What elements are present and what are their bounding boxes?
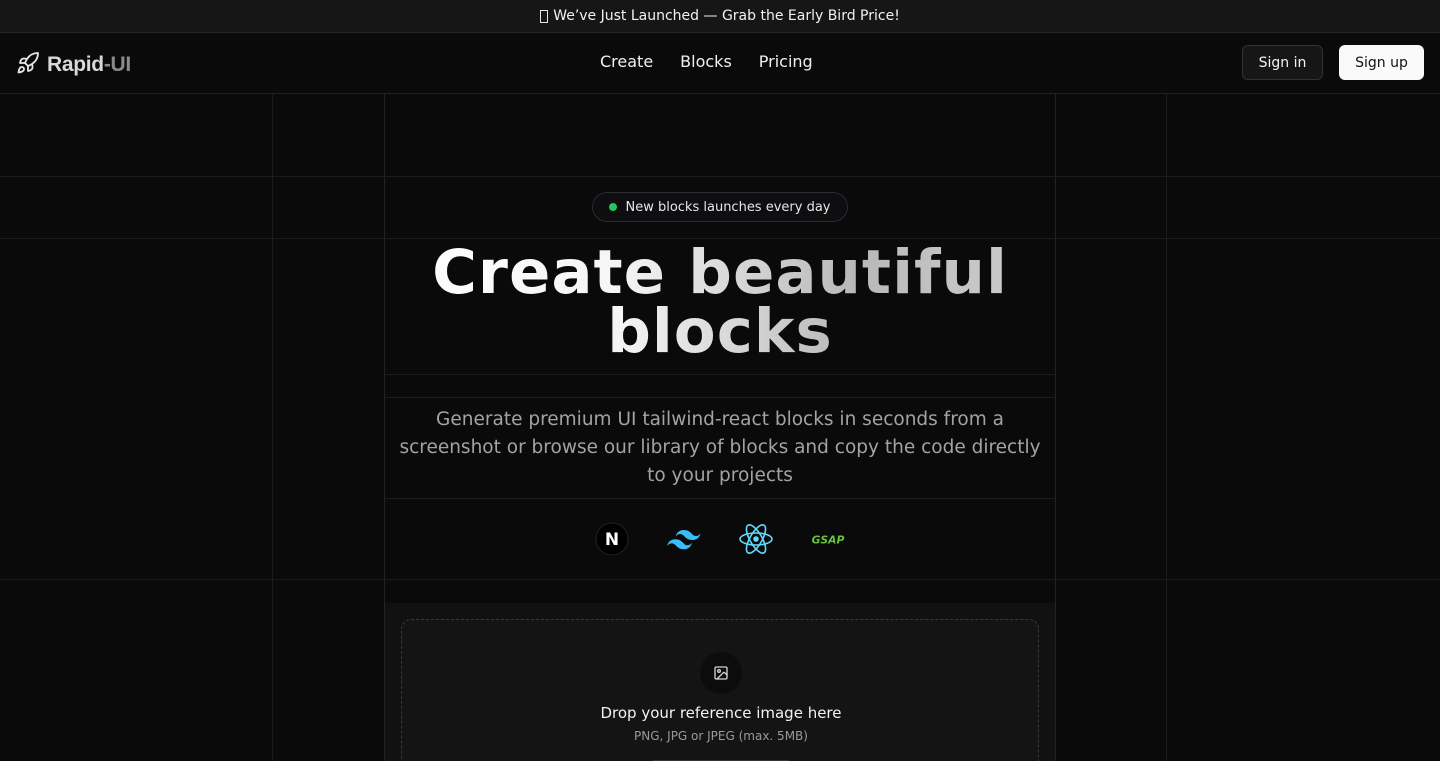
nav-links: Create Blocks Pricing (600, 52, 813, 71)
announcement-text: We’ve Just Launched — Grab the Early Bir… (553, 8, 900, 24)
grid-line (1166, 94, 1167, 761)
gsap-icon: GSAP (810, 521, 846, 557)
grid-line (384, 374, 1056, 375)
tech-stack-row: N GSAP (384, 499, 1056, 579)
nav-link-blocks[interactable]: Blocks (680, 52, 732, 71)
image-dropzone[interactable]: Drop your reference image here PNG, JPG … (401, 619, 1039, 761)
brand-name: Rapid-UI (47, 53, 131, 76)
svg-text:N: N (605, 530, 619, 550)
emoji-placeholder-icon (540, 9, 549, 23)
dropzone-title: Drop your reference image here (600, 704, 842, 722)
grid-line (0, 579, 1440, 580)
nav-link-pricing[interactable]: Pricing (759, 52, 813, 71)
nextjs-icon: N (594, 521, 630, 557)
sign-in-button[interactable]: Sign in (1242, 45, 1323, 80)
rocket-icon (16, 51, 40, 79)
dropzone-hint: PNG, JPG or JPEG (max. 5MB) (634, 729, 808, 743)
image-upload-icon (700, 652, 742, 694)
nav-link-create[interactable]: Create (600, 52, 653, 71)
grid-line (1055, 94, 1056, 761)
badge-text: New blocks launches every day (625, 199, 831, 215)
hero-subtitle: Generate premium UI tailwind-react block… (399, 409, 1041, 486)
tailwind-icon (666, 521, 702, 557)
grid-line (272, 94, 273, 761)
svg-text:GSAP: GSAP (812, 534, 845, 547)
sign-up-button[interactable]: Sign up (1339, 45, 1424, 80)
announcement-badge: New blocks launches every day (592, 192, 848, 222)
status-dot (609, 203, 618, 211)
hero-title-line2: blocks (607, 296, 833, 367)
hero-title: Create beautiful blocks (384, 243, 1056, 361)
grid-line (384, 397, 1056, 398)
announcement-bar[interactable]: We’ve Just Launched — Grab the Early Bir… (0, 0, 1440, 33)
react-icon (738, 521, 774, 557)
top-nav: Rapid-UI Create Blocks Pricing Sign in S… (0, 33, 1440, 94)
grid-line (0, 176, 1440, 177)
brand-logo[interactable]: Rapid-UI (16, 51, 131, 79)
